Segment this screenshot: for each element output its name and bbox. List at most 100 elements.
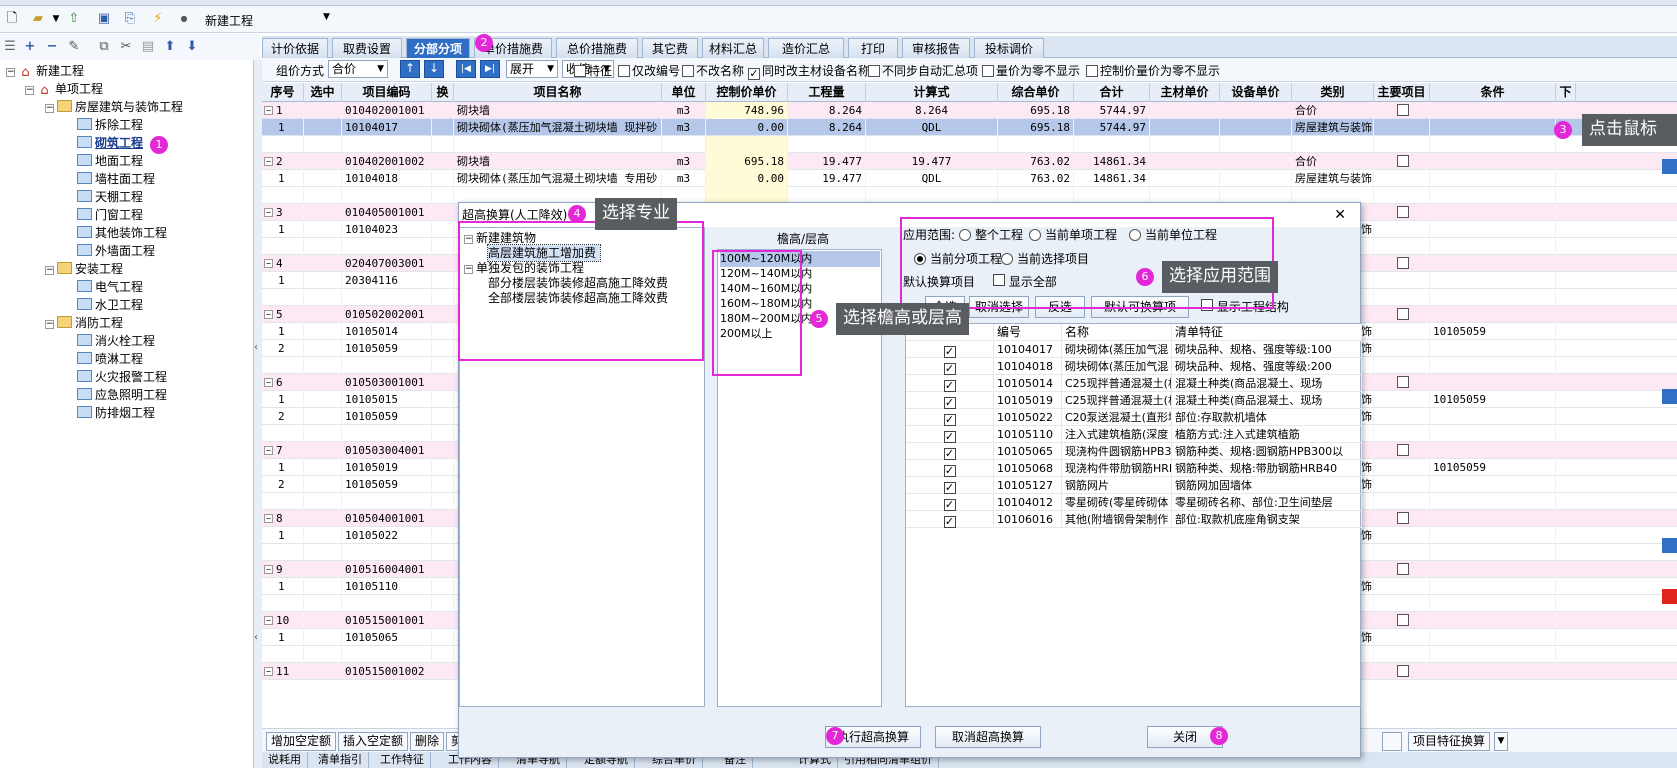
main-item-checkbox[interactable] — [1397, 665, 1409, 677]
lightning-icon[interactable]: ⚡ — [150, 11, 166, 27]
chevron-down-icon[interactable]: ▼ — [1494, 732, 1508, 751]
group-method-select[interactable]: 合价 ▼ — [328, 60, 388, 78]
move-down-icon[interactable]: ⬇ — [184, 39, 200, 55]
row-checkbox[interactable]: ✓ — [943, 363, 956, 375]
tab-9[interactable]: 审核报告 — [902, 38, 970, 58]
tree-item[interactable]: 火灾报警工程 — [65, 368, 167, 386]
tab-7[interactable]: 造价汇总 — [768, 38, 844, 58]
bottom-tab[interactable]: 说耗用 — [262, 752, 308, 768]
expander-icon[interactable]: − — [264, 514, 273, 523]
row-checkbox[interactable]: ✓ — [943, 414, 956, 426]
main-item-checkbox[interactable] — [1397, 308, 1409, 320]
table-row[interactable]: ✓ 10104018 砌块砌体(蒸压加气混 砌块品种、规格、强度等级:200 — [906, 358, 1362, 375]
checkbox[interactable] — [868, 65, 880, 77]
dropdown-arrow-icon[interactable]: ▼ — [48, 11, 64, 27]
table-row[interactable] — [262, 136, 1677, 153]
tree-item[interactable]: 喷淋工程 — [65, 350, 143, 368]
tree-item[interactable]: 拆除工程 — [65, 116, 143, 134]
tree-item[interactable]: 电气工程 — [65, 278, 143, 296]
option-checkbox[interactable]: 不同步自动汇总项 — [868, 62, 978, 79]
insert-empty-quota-button[interactable]: 插入空定额 — [338, 732, 409, 751]
tab-6[interactable]: 材料汇总 — [702, 38, 764, 58]
row-checkbox[interactable]: ✓ — [943, 516, 956, 528]
main-item-checkbox[interactable] — [1397, 512, 1409, 524]
table-row[interactable]: 1 10104018 砌块砌体(蒸压加气混凝土砌块墙 专用砂 m3 0.00 19.477… — [262, 170, 1677, 187]
row-checkbox[interactable]: ✓ — [943, 431, 956, 443]
checkbox[interactable] — [574, 65, 586, 77]
table-row[interactable]: ✓ 10105014 C25现拌普通混凝土(机 混凝土种类(商品混凝土、现场 — [906, 375, 1362, 392]
open-folder-icon[interactable]: ▰ — [30, 11, 46, 27]
cut-icon[interactable]: ✂ — [118, 39, 134, 55]
row-checkbox[interactable]: ✓ — [943, 448, 956, 460]
checkbox[interactable] — [982, 65, 994, 77]
expander-icon[interactable]: − — [25, 86, 34, 95]
blank-button[interactable] — [1382, 732, 1402, 751]
table-row[interactable]: ✓ 10104017 砌块砌体(蒸压加气混 砌块品种、规格、强度等级:100 — [906, 341, 1362, 358]
option-checkbox[interactable]: 不改名称 — [682, 62, 744, 79]
main-item-checkbox[interactable] — [1397, 563, 1409, 575]
tab-2[interactable]: 分部分项 — [406, 38, 470, 58]
add-icon[interactable]: + — [22, 39, 38, 55]
move-up-icon[interactable]: ⬆ — [162, 39, 178, 55]
expander-icon[interactable]: − — [264, 106, 273, 115]
tree-item[interactable]: − 消防工程 — [45, 314, 123, 332]
table-row[interactable]: −1 010402001001 砌块墙 m3 748.96 8.264 8.264 695.1… — [262, 102, 1677, 119]
row-checkbox[interactable]: ✓ — [943, 465, 956, 477]
expander-icon[interactable]: − — [6, 68, 15, 77]
export-icon[interactable]: ⎘ — [122, 11, 138, 27]
table-row[interactable]: 1 10104017 砌块砌体(蒸压加气混凝土砌块墙 现拌砂 m3 0.00 8.264 Q… — [262, 119, 1677, 136]
option-checkbox[interactable]: 量价为零不显示 — [982, 62, 1080, 79]
expander-icon[interactable]: − — [264, 565, 273, 574]
tab-8[interactable]: 打印 — [848, 38, 898, 58]
expand-select[interactable]: 展开 ▼ — [506, 60, 558, 78]
tree-item[interactable]: − ⌂ 单项工程 — [25, 80, 103, 98]
project-selector[interactable]: 新建工程 ▼ — [205, 12, 335, 29]
table-row[interactable]: ✓ 10105068 现浇构件带肋钢筋HRB4 钢筋种类、规格:带肋钢筋HRB40 — [906, 460, 1362, 477]
list-icon[interactable]: ☰ — [2, 39, 18, 55]
bottom-tab[interactable]: 工作特征 — [374, 752, 431, 768]
upload-icon[interactable]: ⇧ — [66, 11, 82, 27]
tree-item[interactable]: 墙柱面工程 — [65, 170, 155, 188]
expander-icon[interactable]: − — [45, 266, 54, 275]
option-checkbox[interactable]: ✓ 同时改主材设备名称 — [748, 62, 870, 80]
delete-button[interactable]: 删除 — [410, 732, 445, 751]
tree-item[interactable]: 防排烟工程 — [65, 404, 155, 422]
expander-icon[interactable]: − — [45, 320, 54, 329]
main-item-checkbox[interactable] — [1397, 206, 1409, 218]
tree-item[interactable]: 应急照明工程 — [65, 386, 167, 404]
main-item-checkbox[interactable] — [1397, 104, 1409, 116]
table-row[interactable]: ✓ 10105065现浇构件圆钢筋HPB300钢筋种类、规格:圆钢筋HPB300以 — [906, 443, 1362, 460]
row-checkbox[interactable]: ✓ — [943, 346, 956, 358]
expander-icon[interactable]: − — [264, 310, 273, 319]
close-icon[interactable]: ✕ — [1334, 203, 1346, 227]
last-button[interactable]: ▶| — [480, 60, 500, 78]
tab-10[interactable]: 投标调价 — [974, 38, 1044, 58]
panel-splitter[interactable]: ‹ ‹ — [254, 60, 262, 768]
tab-0[interactable]: 计价依据 — [262, 38, 328, 58]
checkbox[interactable] — [618, 65, 630, 77]
tab-1[interactable]: 取费设置 — [332, 38, 402, 58]
first-button[interactable]: |◀ — [456, 60, 476, 78]
tree-item[interactable]: 砌筑工程 — [65, 134, 143, 152]
main-item-checkbox[interactable] — [1397, 444, 1409, 456]
tree-item[interactable]: 水卫工程 — [65, 296, 143, 314]
option-checkbox[interactable]: 控制价量价为零不显示 — [1086, 62, 1220, 79]
edit-icon[interactable]: ✎ — [66, 39, 82, 55]
collapse-arrow-icon[interactable]: ‹ — [254, 342, 258, 353]
table-row[interactable]: ✓ 10105127 钢筋网片 钢筋网加固墙体 — [906, 477, 1362, 494]
checkbox[interactable] — [682, 65, 694, 77]
tree-item[interactable]: 外墙面工程 — [65, 242, 155, 260]
table-row[interactable]: ✓ 10105022 C20泵送混凝土(直形墙 部位:存取款机墙体 — [906, 409, 1362, 426]
tree-item[interactable]: 门窗工程 — [65, 206, 143, 224]
option-checkbox[interactable]: 仅改编号 — [618, 62, 680, 79]
row-checkbox[interactable]: ✓ — [943, 397, 956, 409]
expander-icon[interactable]: − — [264, 157, 273, 166]
expander-icon[interactable]: − — [264, 616, 273, 625]
paste-icon[interactable]: ▤ — [140, 39, 156, 55]
tree-item[interactable]: − 安装工程 — [45, 260, 123, 278]
expander-icon[interactable]: − — [264, 446, 273, 455]
new-file-icon[interactable]: 🗋 — [4, 11, 20, 27]
main-item-checkbox[interactable] — [1397, 155, 1409, 167]
main-item-checkbox[interactable] — [1397, 257, 1409, 269]
tab-4[interactable]: 总价措施费 — [556, 38, 638, 58]
